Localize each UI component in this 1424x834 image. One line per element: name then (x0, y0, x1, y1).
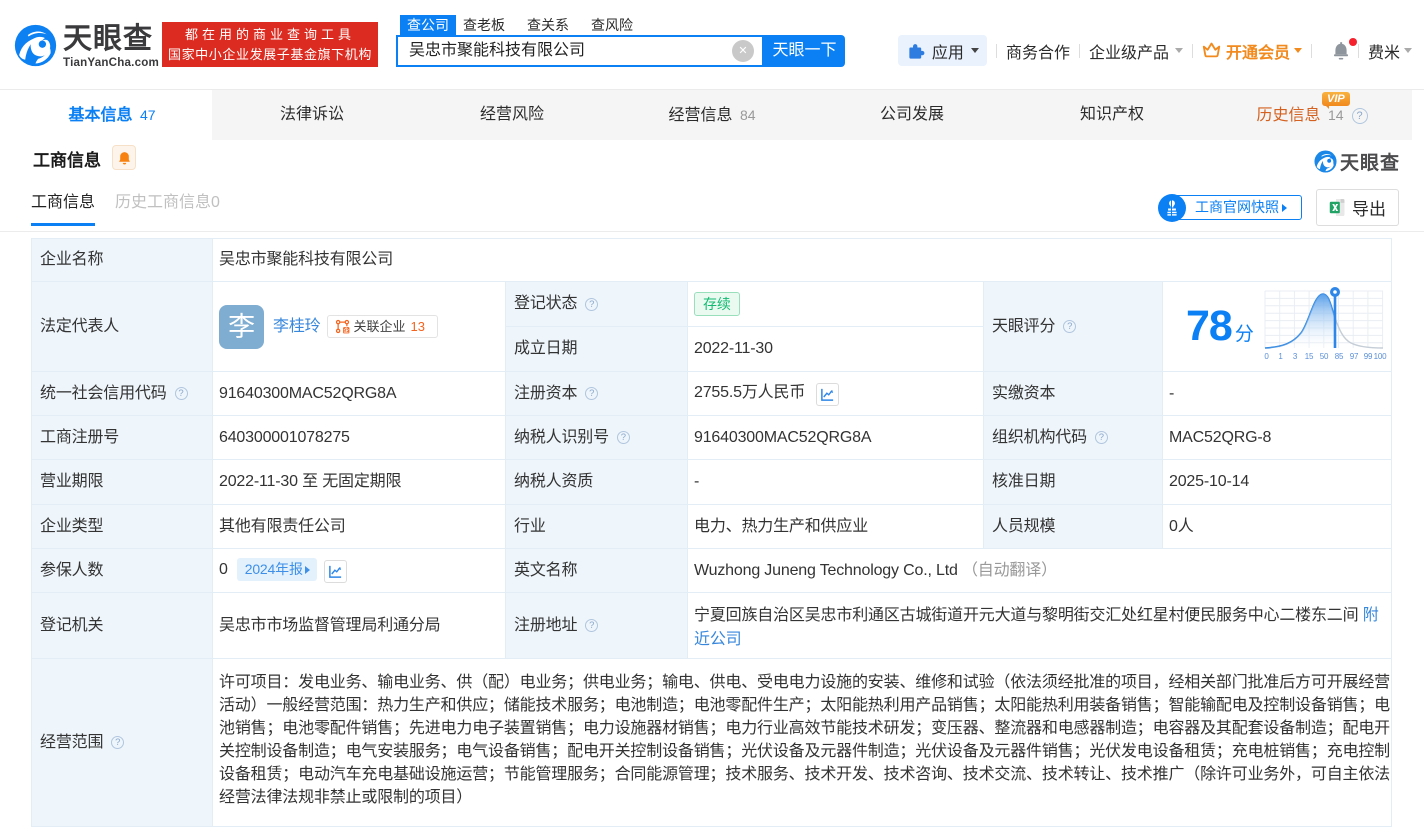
svg-text:0: 0 (1264, 352, 1269, 361)
svg-text:100: 100 (1374, 352, 1387, 361)
svg-text:15: 15 (1305, 352, 1314, 361)
svg-text:1: 1 (1278, 352, 1283, 361)
svg-text:99: 99 (1364, 352, 1373, 361)
svg-text:3: 3 (1293, 352, 1298, 361)
svg-text:97: 97 (1350, 352, 1359, 361)
svg-text:85: 85 (1335, 352, 1344, 361)
svg-text:50: 50 (1320, 352, 1329, 361)
svg-text:企: 企 (343, 327, 350, 334)
